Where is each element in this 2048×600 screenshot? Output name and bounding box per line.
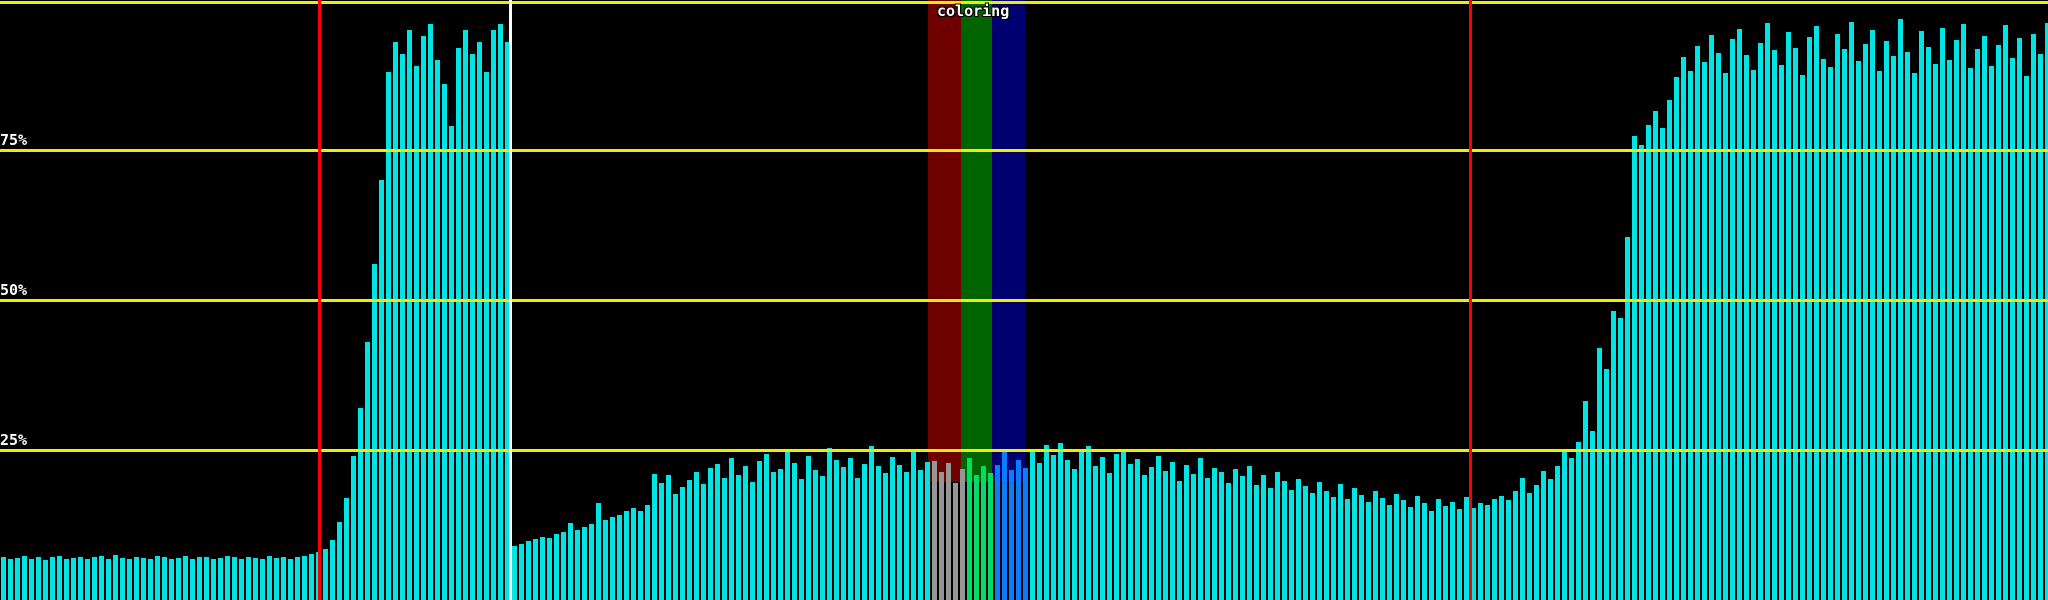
- y-axis-label-25: 25%: [0, 433, 27, 448]
- coloring-label: coloring: [937, 4, 1009, 19]
- labels-layer: 75% 50% 25% coloring: [0, 0, 2048, 600]
- histogram-scope: 75% 50% 25% coloring: [0, 0, 2048, 600]
- y-axis-label-75: 75%: [0, 133, 27, 148]
- y-axis-label-50: 50%: [0, 283, 27, 298]
